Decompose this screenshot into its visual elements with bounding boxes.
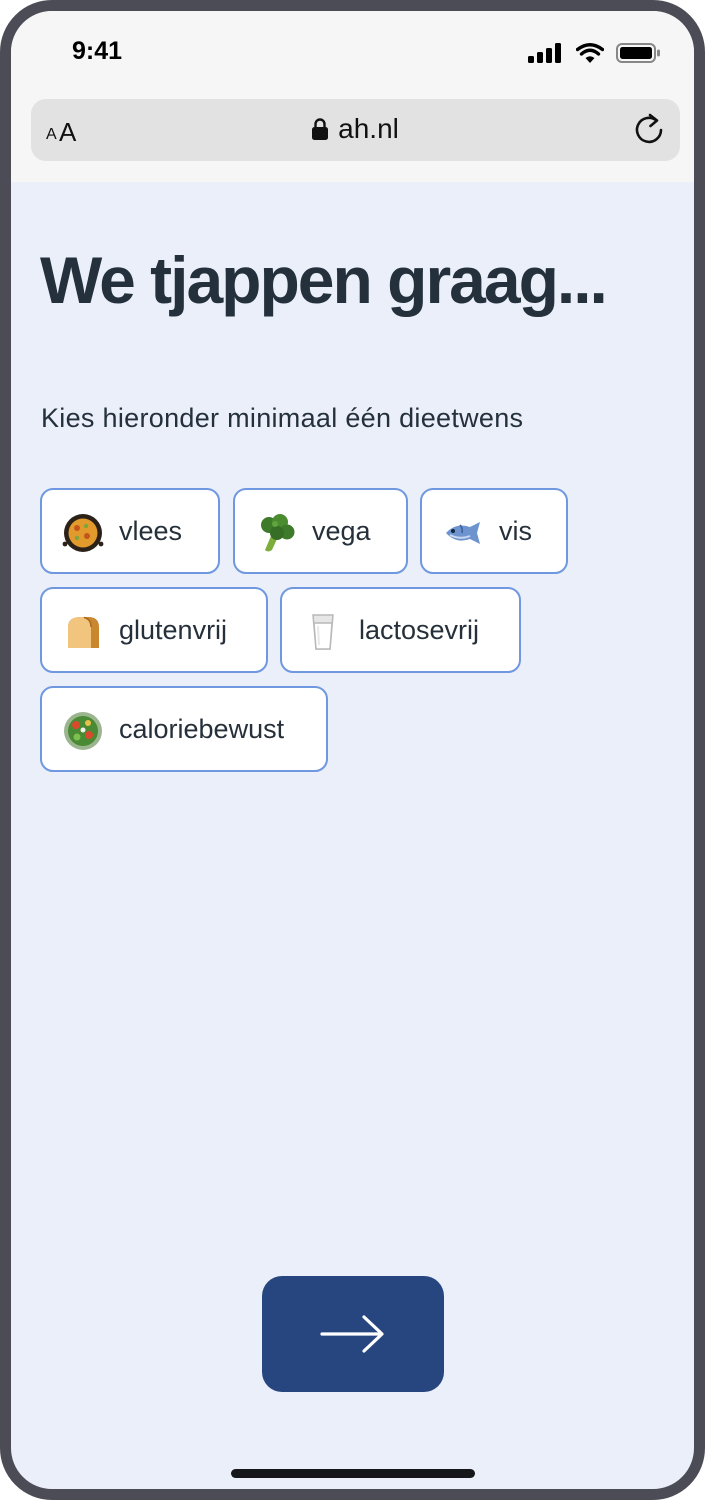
battery-icon bbox=[616, 43, 660, 63]
lock-icon bbox=[312, 118, 329, 140]
url-field[interactable]: ah.nl bbox=[31, 113, 680, 147]
option-glutenvrij[interactable]: glutenvrij bbox=[40, 587, 268, 673]
option-vlees[interactable]: vlees bbox=[40, 488, 220, 574]
url-text: ah.nl bbox=[338, 113, 399, 144]
reload-icon[interactable] bbox=[632, 113, 666, 147]
home-indicator bbox=[231, 1469, 475, 1478]
bread-icon bbox=[68, 616, 99, 648]
fish-icon bbox=[446, 522, 480, 544]
page-title: We tjappen graag... bbox=[40, 243, 608, 317]
option-caloriebewust[interactable]: caloriebewust bbox=[40, 686, 328, 772]
wifi-icon bbox=[576, 43, 604, 63]
next-button[interactable] bbox=[262, 1276, 444, 1392]
page-subtitle: Kies hieronder minimaal één dieetwens bbox=[41, 403, 524, 433]
paella-icon bbox=[62, 514, 104, 552]
option-vis[interactable]: vis bbox=[420, 488, 568, 574]
address-bar[interactable]: A A ah.nl bbox=[31, 99, 680, 161]
status-icons bbox=[528, 43, 678, 63]
option-label: lactosevrij bbox=[359, 615, 480, 645]
option-vega[interactable]: vega bbox=[233, 488, 408, 574]
signal-icon bbox=[528, 43, 561, 63]
option-label: vis bbox=[499, 516, 532, 546]
phone-frame: 9:41 A A ah.nl We tjappen graag... Kies … bbox=[0, 0, 705, 1500]
option-label: caloriebewust bbox=[119, 714, 285, 744]
option-lactosevrij[interactable]: lactosevrij bbox=[280, 587, 521, 673]
browser-chrome: 9:41 A A ah.nl bbox=[11, 11, 694, 182]
salad-icon bbox=[64, 712, 102, 750]
status-bar: 9:41 bbox=[11, 11, 694, 91]
option-label: glutenvrij bbox=[119, 615, 228, 645]
milk-glass-icon bbox=[312, 614, 334, 650]
option-label: vlees bbox=[119, 516, 183, 546]
broccoli-icon bbox=[261, 514, 295, 552]
option-label: vega bbox=[312, 516, 371, 546]
arrow-right-icon bbox=[320, 1315, 384, 1353]
status-time: 9:41 bbox=[72, 37, 123, 65]
